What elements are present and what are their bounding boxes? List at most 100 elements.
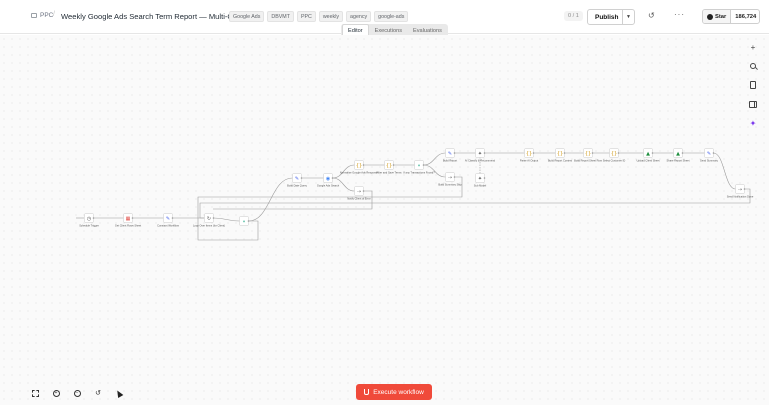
version-counter: 0 / 1 [564,11,583,21]
workflow-node-share[interactable]: ▲ Share Report Sheet [667,148,690,163]
node-label: Build Summary Skip [438,183,462,187]
node-label: Build Report [443,159,458,163]
node-label: Normalize Google Ads Response [340,171,379,175]
workflow-node-sheet[interactable]: ▦ Get Client Rows Sheet [115,213,142,228]
ai-icon: ✦ [478,151,482,157]
node-label: Share Report Sheet [667,159,690,163]
cursor-icon [114,388,124,398]
workflow-node-buildsheet[interactable]: {} Build Report Content [548,148,572,163]
panel-toggle-button[interactable] [745,96,761,112]
node-label: Sub Model [474,184,487,188]
node-label: Get Client Rows Sheet [115,224,142,228]
workflow-node-gads[interactable]: ◉ Google Ads Search [317,173,340,188]
loop-icon: ↻ [207,216,211,222]
edit-icon: ✎ [707,151,711,157]
tag-list[interactable]: Google Ads DBVMT PPC weekly agency googl… [229,11,409,22]
tag[interactable]: weekly [318,11,344,22]
workflow-node-upload[interactable]: ▲ Upload Client Sheet [636,148,660,163]
tag[interactable]: Google Ads [229,11,265,22]
arrow-icon: ⇢ [448,175,452,181]
node-label: Filter and Save Terms [376,171,402,175]
clock-icon: ◷ [87,216,92,222]
select-mode-button[interactable] [112,386,126,400]
side-panel-icon [749,100,757,108]
workflow-node-buildtab[interactable]: {} Build Report Sheet Row [574,148,602,163]
drive-icon: ▲ [646,151,650,157]
code-icon: {} [557,151,563,157]
star-label: Star [715,13,727,20]
workflow-graph: ◷ Schedule Trigger ▦ Get Client Rows Sheet ✎… [76,148,754,241]
workflow-node-build[interactable]: ✎ Build Report [443,148,458,163]
workflow-node-pick[interactable]: {} Select Customer ID [603,148,626,163]
ai-icon: ✦ [478,176,482,182]
edit-icon: ✎ [166,216,170,222]
star-count: 186,724 [735,13,757,20]
node-label: Google Ads Search [317,184,340,188]
workflow-title[interactable]: Weekly Google Ads Search Term Report — M… [61,12,247,21]
loop-back-connection[interactable] [199,188,751,219]
chevron-down-icon[interactable]: ▼ [622,10,634,24]
code-icon: {} [526,151,532,157]
node-label: Build Date Query [287,184,307,188]
search-nodes-button[interactable] [745,58,761,74]
node-label: Schedule Trigger [79,224,99,228]
ai-assistant-button[interactable]: ✦ [745,115,761,131]
breadcrumb-project[interactable]: PPC [40,12,53,19]
workflow-node-switch[interactable]: ⑂ [239,216,250,226]
node-label: Upload Client Sheet [636,159,659,163]
gads-icon: ◉ [326,176,330,182]
tag[interactable]: google-ads [374,11,409,22]
folder-icon [31,13,37,18]
sheet-icon: ▦ [126,216,131,222]
workflow-node-model[interactable]: ✦ Sub Model [474,173,487,188]
workflow-node-filter[interactable]: {} Filter and Save Terms [376,160,402,175]
workflow-node-noop2[interactable]: ⇢ Build Summary Skip [438,172,462,187]
node-label: Parse AI Output [520,159,539,163]
node-label: Send Summary [700,159,719,163]
sticky-note-button[interactable] [745,77,761,93]
workflow-node-parse[interactable]: {} Parse AI Output [520,148,539,163]
node-label: Notify Client of Error [347,197,370,201]
zoom-in-button[interactable]: + [49,386,63,400]
node-label: Constant Workflow [157,224,179,228]
workflow-node-config[interactable]: ✎ Constant Workflow [157,213,179,228]
workflow-node-normalize[interactable]: {} Normalize Google Ads Response [340,160,379,175]
tag[interactable]: DBVMT [267,11,294,22]
note-icon [750,81,756,89]
tag[interactable]: agency [346,11,372,22]
node-label: AI Classify & Recommend [465,159,496,163]
add-node-button[interactable]: + [745,39,761,55]
code-icon: {} [356,163,362,169]
breadcrumb[interactable]: PPC [31,12,53,19]
connection-line[interactable] [713,152,736,190]
code-icon: {} [611,151,617,157]
connection-line[interactable] [248,177,293,222]
connection-line[interactable] [213,217,240,222]
publish-button[interactable]: Publish ▼ [587,9,635,25]
flask-icon [364,389,370,395]
workflow-node-aggregate[interactable]: ✦ AI Classify & Recommend [465,148,496,163]
breadcrumb-separator: / [53,11,55,18]
execute-workflow-button[interactable]: Execute workflow [356,384,432,400]
workflow-canvas[interactable]: ◷ Schedule Trigger ▦ Get Client Rows Sheet ✎… [0,35,769,405]
workflow-node-noop1[interactable]: ⇢ Notify Client of Error [347,186,371,201]
node-label: Loop Over Items (for Client) [193,224,225,228]
undo-button[interactable]: ↺ [91,386,105,400]
more-options-icon[interactable]: ··· [674,10,685,19]
workflow-node-send[interactable]: ✎ Send Summary [700,148,719,163]
tag[interactable]: PPC [296,11,316,22]
history-icon[interactable]: ↺ [648,11,655,20]
workflow-node-setdate[interactable]: ✎ Build Date Query [287,173,308,188]
code-icon: {} [386,163,392,169]
arrow-icon: ⇢ [738,187,742,193]
execute-label: Execute workflow [373,388,424,396]
workflow-node-schedule[interactable]: ◷ Schedule Trigger [79,213,99,228]
publish-label: Publish [595,13,619,21]
undo-icon: ↺ [95,390,101,397]
fit-view-button[interactable] [28,386,42,400]
zoom-out-button[interactable]: − [70,386,84,400]
arrow-icon: ⇢ [357,189,361,195]
github-star-button[interactable]: Star 186,724 [702,9,760,24]
edit-icon: ✎ [295,176,299,182]
node-label: Build Report Sheet Row [574,159,602,163]
